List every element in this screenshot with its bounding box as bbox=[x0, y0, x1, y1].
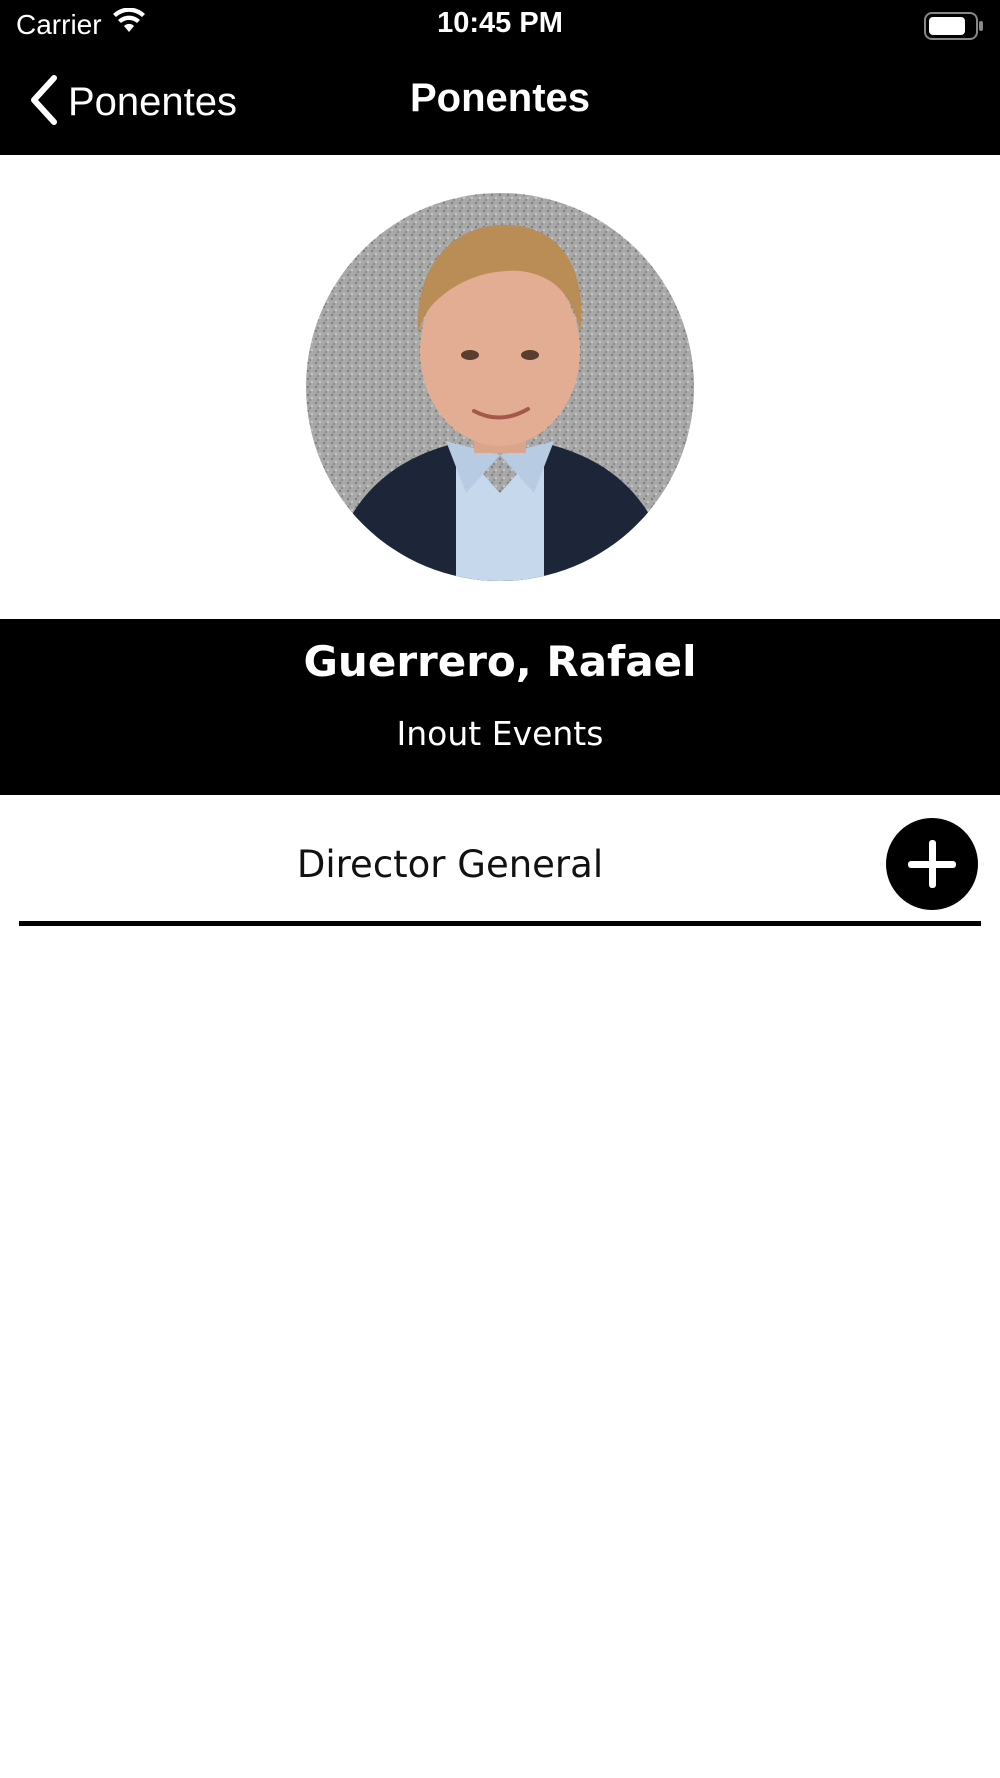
speaker-role: Director General bbox=[296, 843, 604, 886]
speaker-avatar bbox=[306, 193, 694, 581]
navigation-bar: Ponentes Ponentes bbox=[0, 50, 1000, 155]
status-time: 10:45 PM bbox=[437, 7, 563, 39]
speaker-header: Guerrero, Rafael Inout Events bbox=[0, 619, 1000, 795]
add-button[interactable] bbox=[886, 818, 978, 910]
speaker-role-row: Director General bbox=[0, 795, 1000, 927]
role-divider bbox=[19, 921, 981, 926]
page-title: Ponentes bbox=[409, 76, 591, 120]
battery-icon bbox=[924, 12, 984, 44]
speaker-name: Guerrero, Rafael bbox=[303, 637, 697, 686]
speaker-detail-screen: Carrier 10:45 PM Ponentes Ponentes Guerr… bbox=[0, 0, 1000, 1778]
speaker-company: Inout Events bbox=[396, 714, 604, 753]
plus-icon bbox=[908, 840, 956, 888]
status-bar: Carrier 10:45 PM bbox=[0, 0, 1000, 50]
